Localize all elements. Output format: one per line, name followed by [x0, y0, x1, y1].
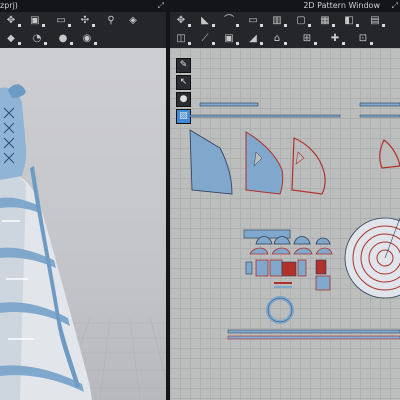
- select-icon[interactable]: ✣: [78, 14, 95, 28]
- pattern-layout: [189, 102, 400, 340]
- skirt-panels: [189, 129, 400, 195]
- 3d-window-titlebar: zprj) ⤢: [0, 0, 166, 12]
- grain-icon[interactable]: ⊡: [356, 32, 373, 46]
- internal-shape-icon[interactable]: ▦: [318, 14, 335, 28]
- dart-icon[interactable]: ◧: [342, 14, 359, 28]
- 2d-toolbar-row-2: ◫ ⟋ ▣ ◢ ⌂ ⊞ ✚ ⊡: [170, 30, 400, 48]
- avatar-icon[interactable]: ◉: [80, 32, 97, 46]
- tack-icon[interactable]: ◈: [126, 14, 140, 28]
- zip-icon[interactable]: ✚: [328, 32, 345, 46]
- move-icon[interactable]: ✥: [4, 14, 21, 28]
- free-sewing-icon[interactable]: ⟋: [198, 32, 215, 46]
- polygon-icon[interactable]: ▥: [270, 14, 287, 28]
- circular-skirt-piece: [344, 217, 400, 299]
- arrange-icon[interactable]: ◔: [30, 32, 47, 46]
- segment-sewing-icon[interactable]: ◫: [174, 32, 191, 46]
- pin-icon[interactable]: ⚲: [104, 14, 118, 28]
- text-icon[interactable]: ▤: [368, 14, 385, 28]
- transform-icon[interactable]: ▣: [28, 14, 45, 28]
- edit-point-icon[interactable]: ◣: [198, 14, 215, 28]
- window-expand-icon[interactable]: ⤢: [158, 1, 164, 11]
- bodice-pieces: [243, 229, 333, 291]
- tack-icon[interactable]: ◢: [246, 32, 263, 46]
- 2d-window-title: 2D Pattern Window: [303, 1, 380, 10]
- transform-pattern-icon[interactable]: ✥: [174, 14, 191, 28]
- 3d-garment-window[interactable]: zprj) ⤢ ✥ ▣ ▭ ✣ ⚲ ◈ ◆ ◔ ● ◉: [0, 0, 166, 400]
- dress-bodice: [0, 87, 27, 180]
- simulate-icon[interactable]: ●: [56, 32, 73, 46]
- trim-icon[interactable]: ⊞: [300, 32, 317, 46]
- rect-icon[interactable]: ▭: [246, 14, 263, 28]
- 3d-toolbar-row-2: ◆ ◔ ● ◉: [0, 30, 166, 48]
- 2d-toolbar-row-1: ✥ ◣ ⌒ ▭ ▥ ▢ ▦ ◧ ▤: [170, 12, 400, 30]
- window-expand-icon[interactable]: ⤢: [392, 1, 398, 11]
- 2d-pattern-canvas[interactable]: ✎ ↖ ● ▧: [170, 48, 400, 400]
- curve-icon[interactable]: ⌒: [222, 14, 239, 28]
- fold-icon[interactable]: ⌂: [270, 32, 287, 46]
- circle-icon[interactable]: ▢: [294, 14, 311, 28]
- 2d-pattern-window[interactable]: 2D Pattern Window ⤢ ✥ ◣ ⌒ ▭ ▥ ▢ ▦ ◧ ▤ ◫ …: [170, 0, 400, 400]
- check-sewing-icon[interactable]: ▣: [222, 32, 239, 46]
- 3d-window-title: zprj): [0, 1, 18, 10]
- lasso-icon[interactable]: ▭: [54, 14, 71, 28]
- 3d-scene: [0, 84, 166, 400]
- 3d-toolbar-row-1: ✥ ▣ ▭ ✣ ⚲ ◈: [0, 12, 166, 30]
- 2d-window-titlebar: 2D Pattern Window ⤢: [170, 0, 400, 12]
- pattern-icon[interactable]: ◆: [4, 32, 21, 46]
- 3d-viewport[interactable]: [0, 48, 166, 400]
